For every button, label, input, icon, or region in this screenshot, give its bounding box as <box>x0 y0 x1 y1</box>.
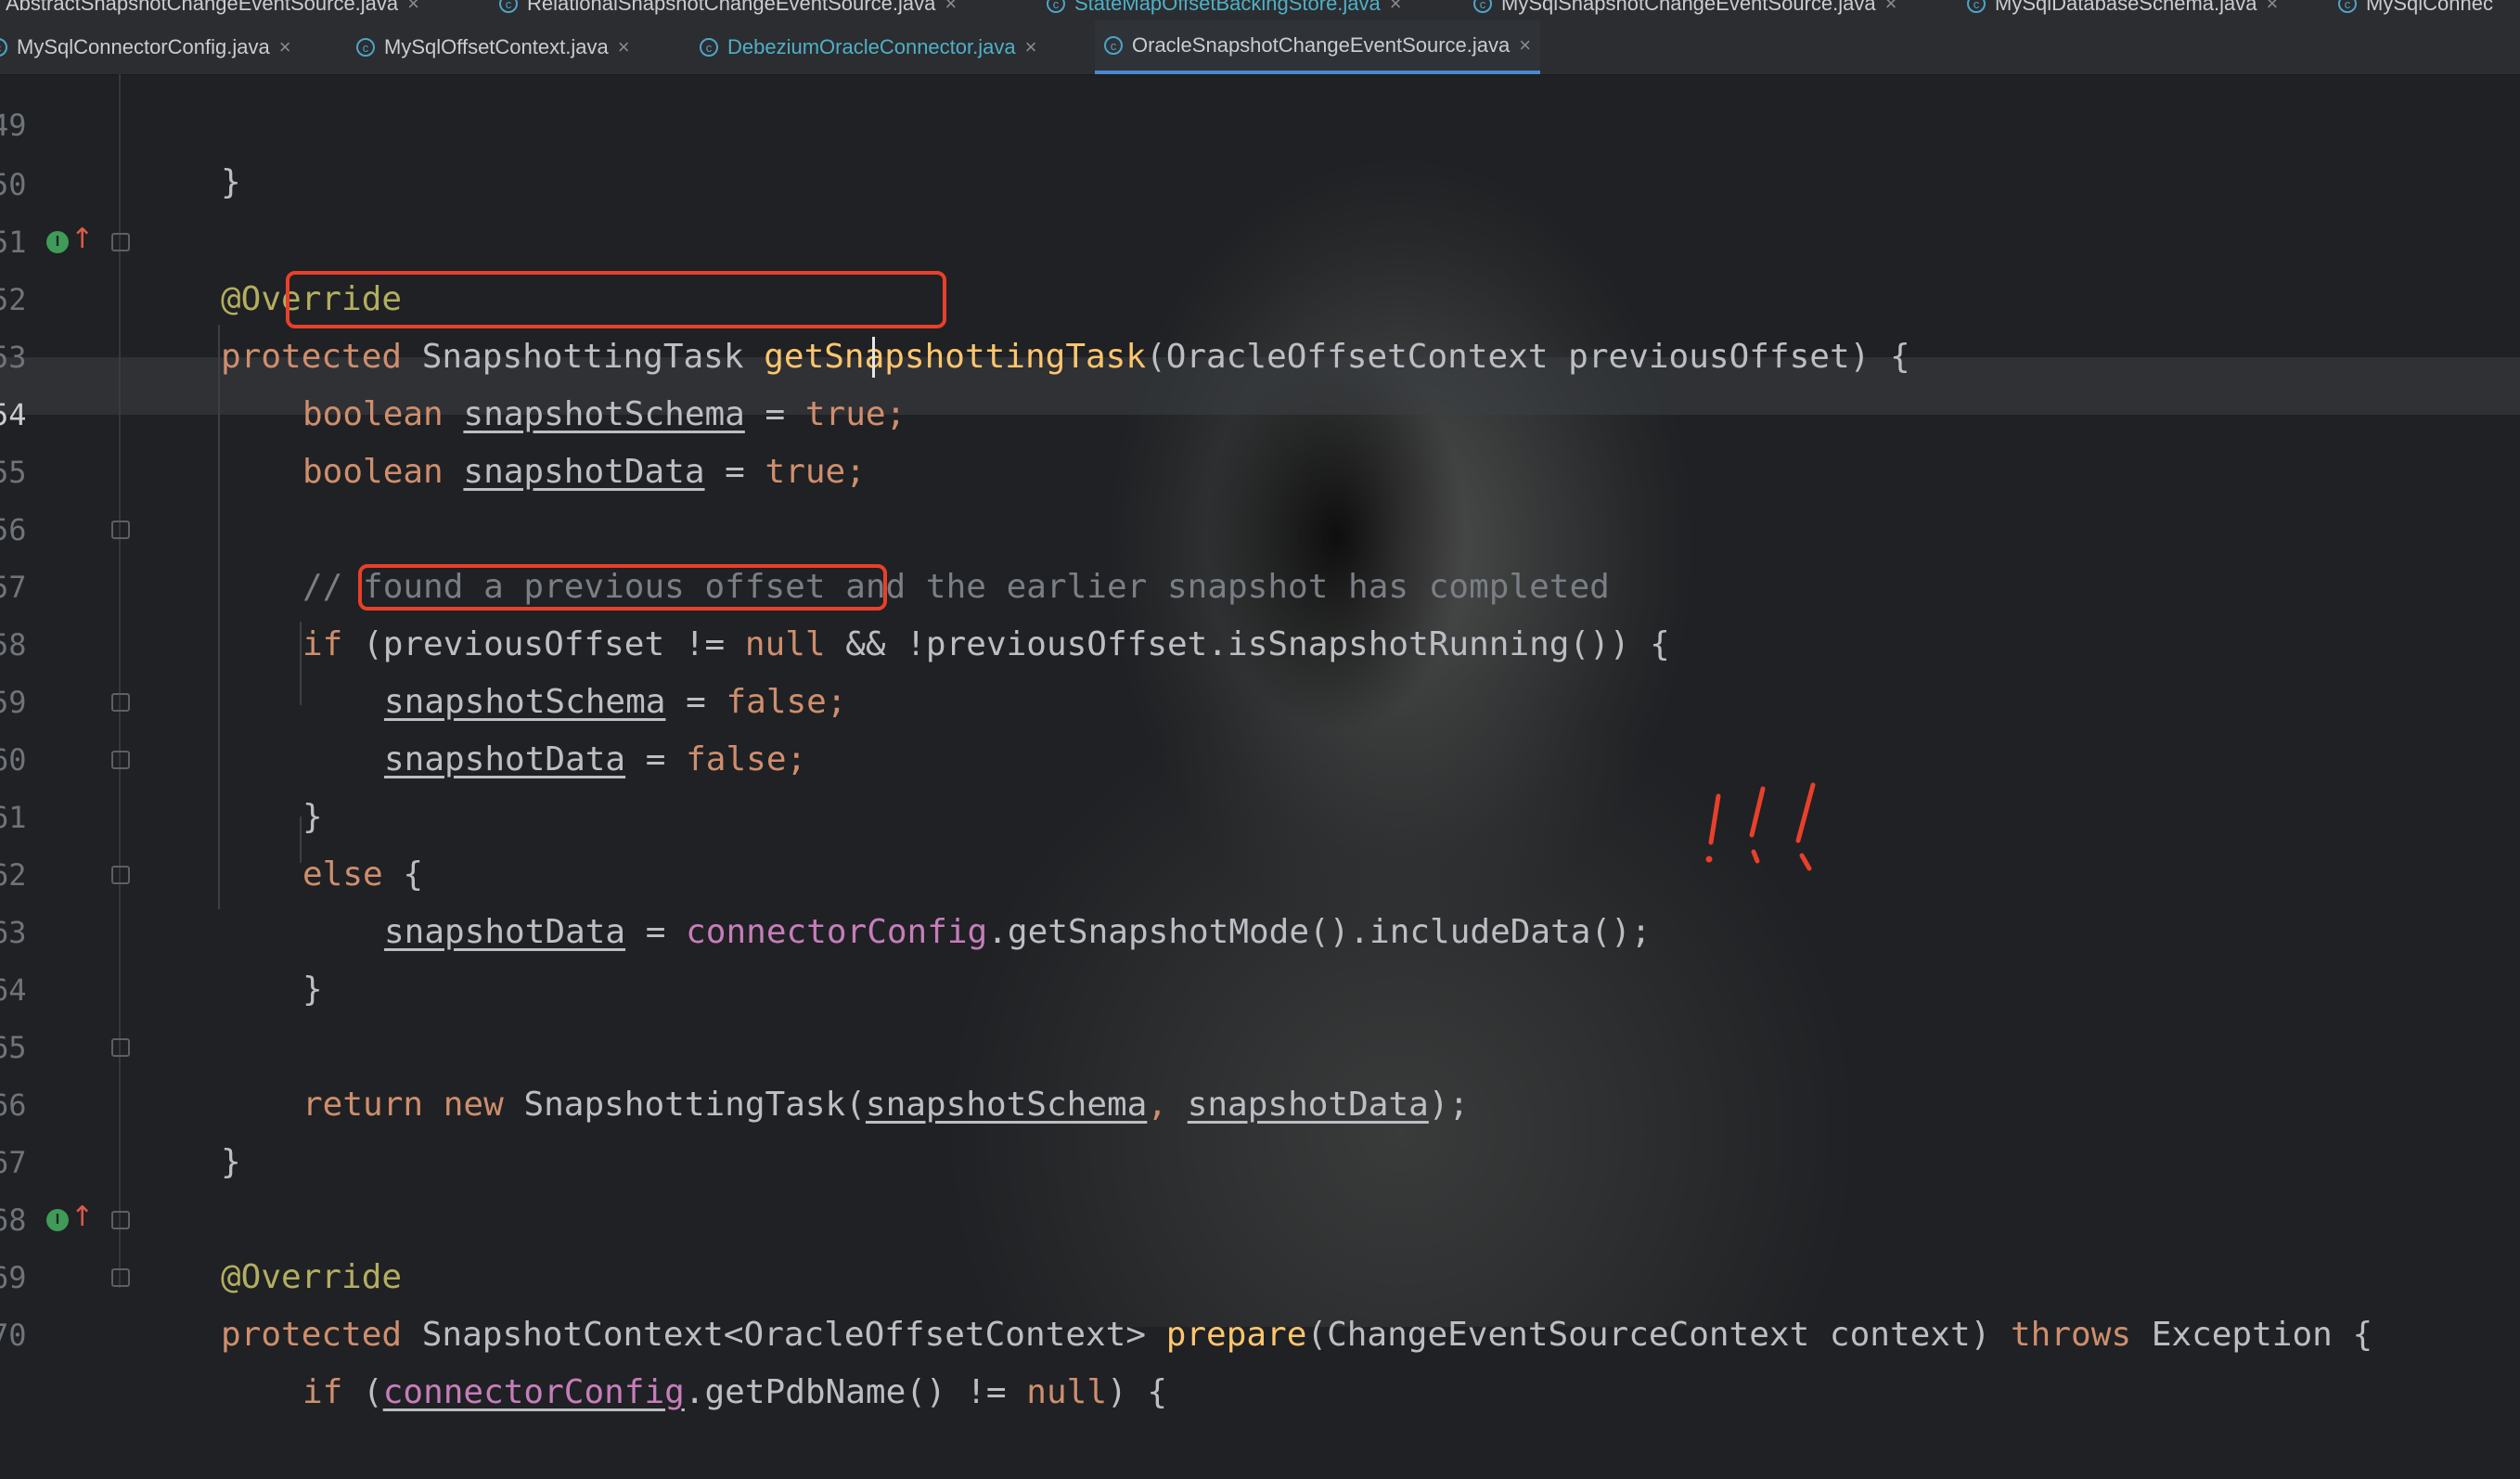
close-icon[interactable]: × <box>407 0 419 16</box>
close-icon[interactable]: × <box>945 0 957 16</box>
fold-marker-icon[interactable] <box>111 1268 130 1287</box>
code-line-64: 64 <box>0 904 81 1008</box>
code-line-61: 61 else { <box>0 731 423 894</box>
gutter-separator <box>119 74 121 1288</box>
tab-label: MySqlDatabaseSchema.java <box>1995 0 2257 15</box>
tab-label: DebeziumOracleConnector.java <box>727 35 1016 58</box>
indent-guide <box>218 325 220 909</box>
tab-label: AbstractSnapshotChangeEventSource.java <box>6 0 399 15</box>
indent-guide <box>300 817 302 863</box>
code-line-57: 57 if (previousOffset != null && !previo… <box>0 501 1670 663</box>
tab-statemap-offset[interactable]: c StateMapOffsetBackingStore.java × <box>1037 0 1411 20</box>
fold-marker-icon[interactable] <box>111 751 130 769</box>
tab-abstract-snapshot[interactable]: AbstractSnapshotChangeEventSource.java × <box>0 0 429 20</box>
class-c-icon: c <box>2338 0 2357 13</box>
fold-marker-icon[interactable] <box>111 521 130 539</box>
code-line-54: 54 boolean snapshotData = true; <box>0 328 866 491</box>
close-icon[interactable]: × <box>1390 0 1402 16</box>
tab-label: MySqlSnapshotChangeEventSource.java <box>1501 0 1876 15</box>
code-line-50: 50 <box>0 98 81 202</box>
implements-icon[interactable]: I <box>46 231 69 253</box>
code-text: protected SnapshotContext<OracleOffsetCo… <box>221 1316 2373 1354</box>
class-c-icon: c <box>1473 0 1492 13</box>
close-icon[interactable]: × <box>279 35 291 59</box>
close-icon[interactable]: × <box>1519 33 1531 58</box>
highlight-box-snapshotSchema-false <box>358 564 887 611</box>
implements-icon[interactable]: I <box>46 1209 69 1231</box>
code-line-60: 60 } <box>0 674 323 836</box>
fold-marker-icon[interactable] <box>111 1038 130 1057</box>
close-icon[interactable]: × <box>1025 35 1037 59</box>
code-line-66: 66 } <box>0 1019 241 1181</box>
code-text: else { <box>302 855 424 894</box>
handwritten-exclamation-marks <box>1705 782 1816 871</box>
fold-marker-icon[interactable] <box>111 693 130 712</box>
code-text: } <box>221 163 241 201</box>
tab-debezium-oracle-connector[interactable]: c DebeziumOracleConnector.java × <box>690 20 1046 74</box>
line-number: 70 <box>0 1318 27 1353</box>
code-line-67: 67 <box>0 1076 81 1180</box>
text-caret <box>872 337 875 378</box>
tab-label: StateMapOffsetBackingStore.java <box>1074 0 1381 15</box>
class-c-icon: c <box>700 38 718 57</box>
class-c-icon: c <box>356 38 375 57</box>
code-line-53: 53 boolean snapshotSchema = true; <box>0 271 906 433</box>
fold-marker-icon[interactable] <box>111 866 130 884</box>
class-c-icon: c <box>499 0 518 13</box>
indent-guide <box>300 622 302 705</box>
fold-marker-icon[interactable] <box>111 233 130 251</box>
tab-mysql-offset-context[interactable]: c MySqlOffsetContext.java × <box>347 20 639 74</box>
close-icon[interactable]: × <box>618 35 630 59</box>
code-text: if (previousOffset != null && !previousO… <box>302 625 1670 663</box>
class-c-icon: c <box>1104 36 1123 55</box>
code-text: snapshotSchema = false; <box>384 683 847 721</box>
override-annotation: @Override <box>221 1258 403 1296</box>
code-text: return new SnapshottingTask(snapshotSche… <box>302 1086 1470 1124</box>
code-line-70: 70 if (connectorConfig.getPdbName() != n… <box>0 1249 1167 1411</box>
tab-mysql-snapshot[interactable]: c MySqlSnapshotChangeEventSource.java × <box>1464 0 1906 20</box>
tab-oracle-snapshot-change-event-source[interactable]: c OracleSnapshotChangeEventSource.java × <box>1095 20 1541 74</box>
close-icon[interactable]: × <box>2266 0 2278 16</box>
code-line-59: 59 snapshotData = false; <box>0 616 806 778</box>
code-text: } <box>302 971 323 1009</box>
tab-label: MySqlConnec <box>2366 0 2493 15</box>
code-line-65: 65 return new SnapshottingTask(snapshotS… <box>0 961 1469 1124</box>
code-text: snapshotData = connectorConfig.getSnapsh… <box>384 913 1652 951</box>
code-text: if (connectorConfig.getPdbName() != null… <box>302 1373 1168 1411</box>
tab-mysql-connector-cut[interactable]: c MySqlConnec <box>2329 0 2502 20</box>
code-line-68: 68 @Override <box>0 1134 402 1296</box>
code-line-51: 51 @Override <box>0 156 402 318</box>
code-text: } <box>221 1143 241 1181</box>
code-line-55: 55 <box>0 386 81 490</box>
tab-mysql-database-schema[interactable]: c MySqlDatabaseSchema.java × <box>1958 0 2287 20</box>
code-line-56: 56 // found a previous offset and the ea… <box>0 444 1610 606</box>
override-up-arrow-icon[interactable]: ↑ <box>71 1201 94 1233</box>
code-text: } <box>302 798 323 836</box>
fold-marker-icon[interactable] <box>111 1211 130 1229</box>
code-text: snapshotData = false; <box>384 740 807 778</box>
class-c-icon: c <box>1967 0 1986 13</box>
editor-tabs-row-2: c MySqlConnectorConfig.java × c MySqlOff… <box>0 20 2520 75</box>
tab-label: MySqlOffsetContext.java <box>384 35 609 58</box>
editor-tabs-row-1: AbstractSnapshotChangeEventSource.java ×… <box>0 0 2520 20</box>
code-line-49: 49 } <box>0 39 241 201</box>
code-line-63: 63 } <box>0 846 323 1009</box>
close-icon[interactable]: × <box>1885 0 1897 16</box>
tab-relational-snapshot[interactable]: c RelationalSnapshotChangeEventSource.ja… <box>490 0 966 20</box>
code-editor[interactable]: 49 } 50 51 @Override 52 protected Snapsh… <box>0 74 2520 1411</box>
tab-label: OracleSnapshotChangeEventSource.java <box>1132 33 1511 57</box>
code-text: boolean snapshotData = true; <box>302 453 866 491</box>
override-up-arrow-icon[interactable]: ↑ <box>71 223 94 255</box>
code-line-58: 58 snapshotSchema = false; <box>0 559 847 721</box>
code-text: boolean snapshotSchema = true; <box>302 395 906 433</box>
tab-label: RelationalSnapshotChangeEventSource.java <box>527 0 936 15</box>
code-line-62: 62 snapshotData = connectorConfig.getSna… <box>0 789 1651 951</box>
code-text: protected SnapshottingTask getSnapshotti… <box>221 338 1910 376</box>
class-c-icon: c <box>1047 0 1065 13</box>
highlight-box-snapshotSchema-decl <box>286 271 946 328</box>
